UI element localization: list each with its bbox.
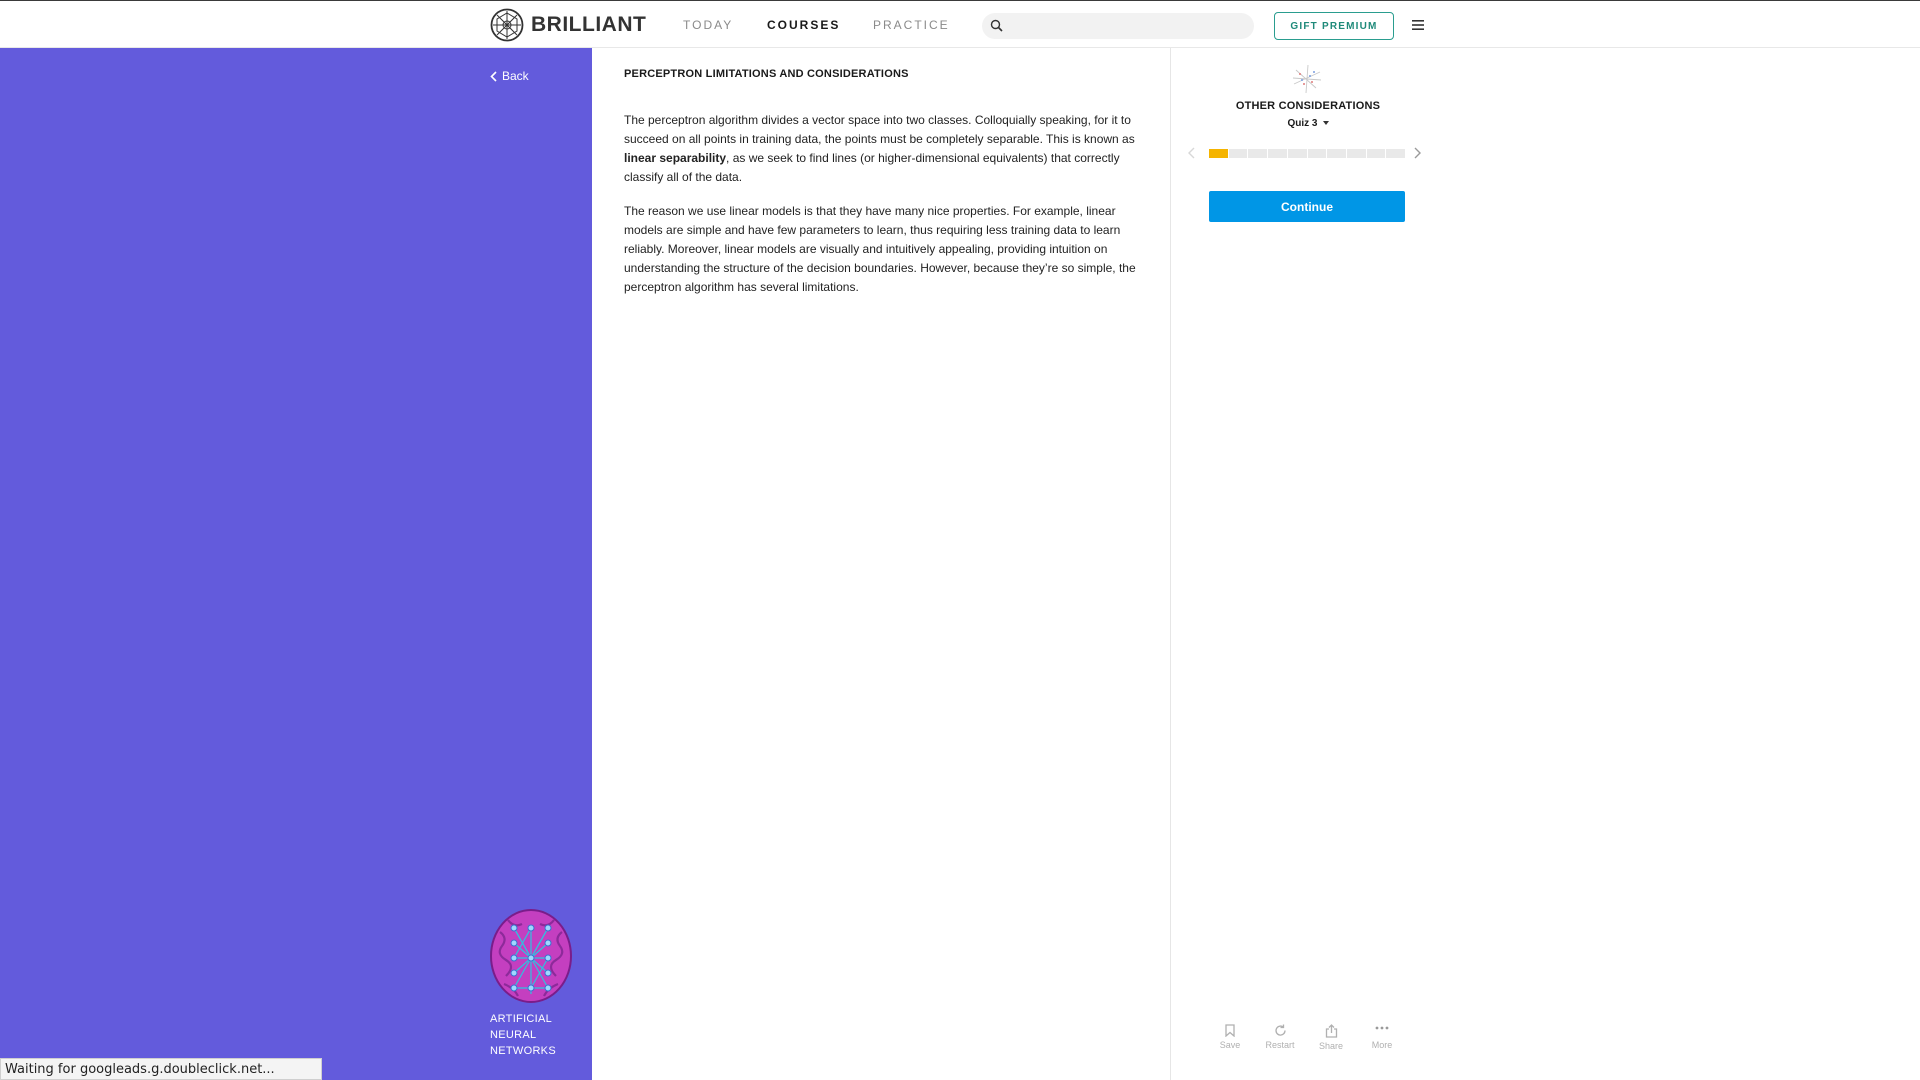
share-label: Share [1318, 1041, 1344, 1051]
chapter-title: PERCEPTRON LIMITATIONS AND CONSIDERATION… [624, 68, 909, 80]
share-button[interactable]: Share [1309, 1024, 1353, 1051]
quiz-progress-bar [1209, 149, 1406, 158]
paragraph-text: The perceptron algorithm divides a vecto… [624, 113, 1135, 146]
progress-segment [1228, 149, 1248, 158]
save-label: Save [1219, 1040, 1241, 1050]
quiz-selector[interactable]: Quiz 3 [1258, 118, 1358, 129]
chevron-right-icon [1414, 147, 1421, 159]
quiz-illustration-icon [1292, 64, 1322, 94]
progress-segment-complete [1209, 149, 1228, 158]
brand-name: BRILLIANT [531, 13, 647, 36]
gift-premium-button[interactable]: GIFT PREMIUM [1274, 12, 1394, 40]
paragraph: The perceptron algorithm divides a vecto… [624, 111, 1136, 187]
progress-segment [1327, 149, 1346, 158]
restart-icon [1274, 1024, 1286, 1036]
top-navigation-bar: BRILLIANT TODAY COURSES PRACTICE GIFT PR… [0, 0, 1920, 48]
bookmark-icon [1225, 1024, 1235, 1037]
save-button[interactable]: Save [1208, 1024, 1252, 1050]
search-icon [990, 19, 1003, 32]
progress-segment [1366, 149, 1386, 158]
course-title[interactable]: ARTIFICIAL NEURAL NETWORKS [490, 1011, 580, 1059]
quiz-name: Quiz 3 [1287, 118, 1318, 129]
restart-button[interactable]: Restart [1258, 1024, 1302, 1050]
nav-courses[interactable]: COURSES [767, 1, 840, 49]
paragraph: The reason we use linear models is that … [624, 204, 1136, 294]
quiz-section-title: OTHER CONSIDERATIONS [1235, 100, 1381, 112]
progress-segment [1307, 149, 1327, 158]
chevron-left-icon [1188, 147, 1195, 159]
progress-segment [1287, 149, 1307, 158]
chevron-left-icon [490, 70, 497, 82]
more-icon [1375, 1026, 1389, 1030]
continue-button[interactable]: Continue [1209, 191, 1405, 222]
more-button[interactable]: More [1360, 1024, 1404, 1050]
caret-down-icon [1322, 121, 1329, 126]
back-label: Back [502, 69, 529, 83]
progress-segment [1346, 149, 1366, 158]
nav-today[interactable]: TODAY [683, 1, 733, 49]
back-button[interactable]: Back [490, 69, 529, 83]
course-title-line: ARTIFICIAL [490, 1013, 553, 1025]
brand-logo[interactable]: BRILLIANT [490, 8, 646, 42]
neural-network-brain-illustration [490, 909, 572, 1003]
restart-label: Restart [1265, 1040, 1295, 1050]
course-title-line: NEURAL [490, 1029, 537, 1041]
hamburger-icon [1412, 20, 1424, 30]
menu-button[interactable] [1406, 13, 1430, 37]
nav-practice[interactable]: PRACTICE [873, 1, 950, 49]
course-title-line: NETWORKS [490, 1045, 556, 1057]
browser-status-bar: Waiting for googleads.g.doubleclick.net.… [0, 1058, 322, 1080]
more-label: More [1371, 1040, 1393, 1050]
next-button[interactable] [1414, 146, 1421, 164]
quiz-actions: Save Restart Share More [1208, 1024, 1408, 1060]
progress-segment [1386, 149, 1406, 158]
search-input[interactable] [1008, 13, 1248, 41]
progress-segment [1248, 149, 1268, 158]
previous-button[interactable] [1188, 146, 1195, 164]
bold-term: linear separability [624, 151, 727, 165]
brilliant-logo-icon [490, 8, 524, 42]
search-box[interactable] [982, 13, 1254, 41]
lesson-content: PERCEPTRON LIMITATIONS AND CONSIDERATION… [624, 68, 1136, 312]
panel-divider [1170, 48, 1171, 1080]
share-icon [1325, 1024, 1337, 1038]
progress-segment [1268, 149, 1287, 158]
